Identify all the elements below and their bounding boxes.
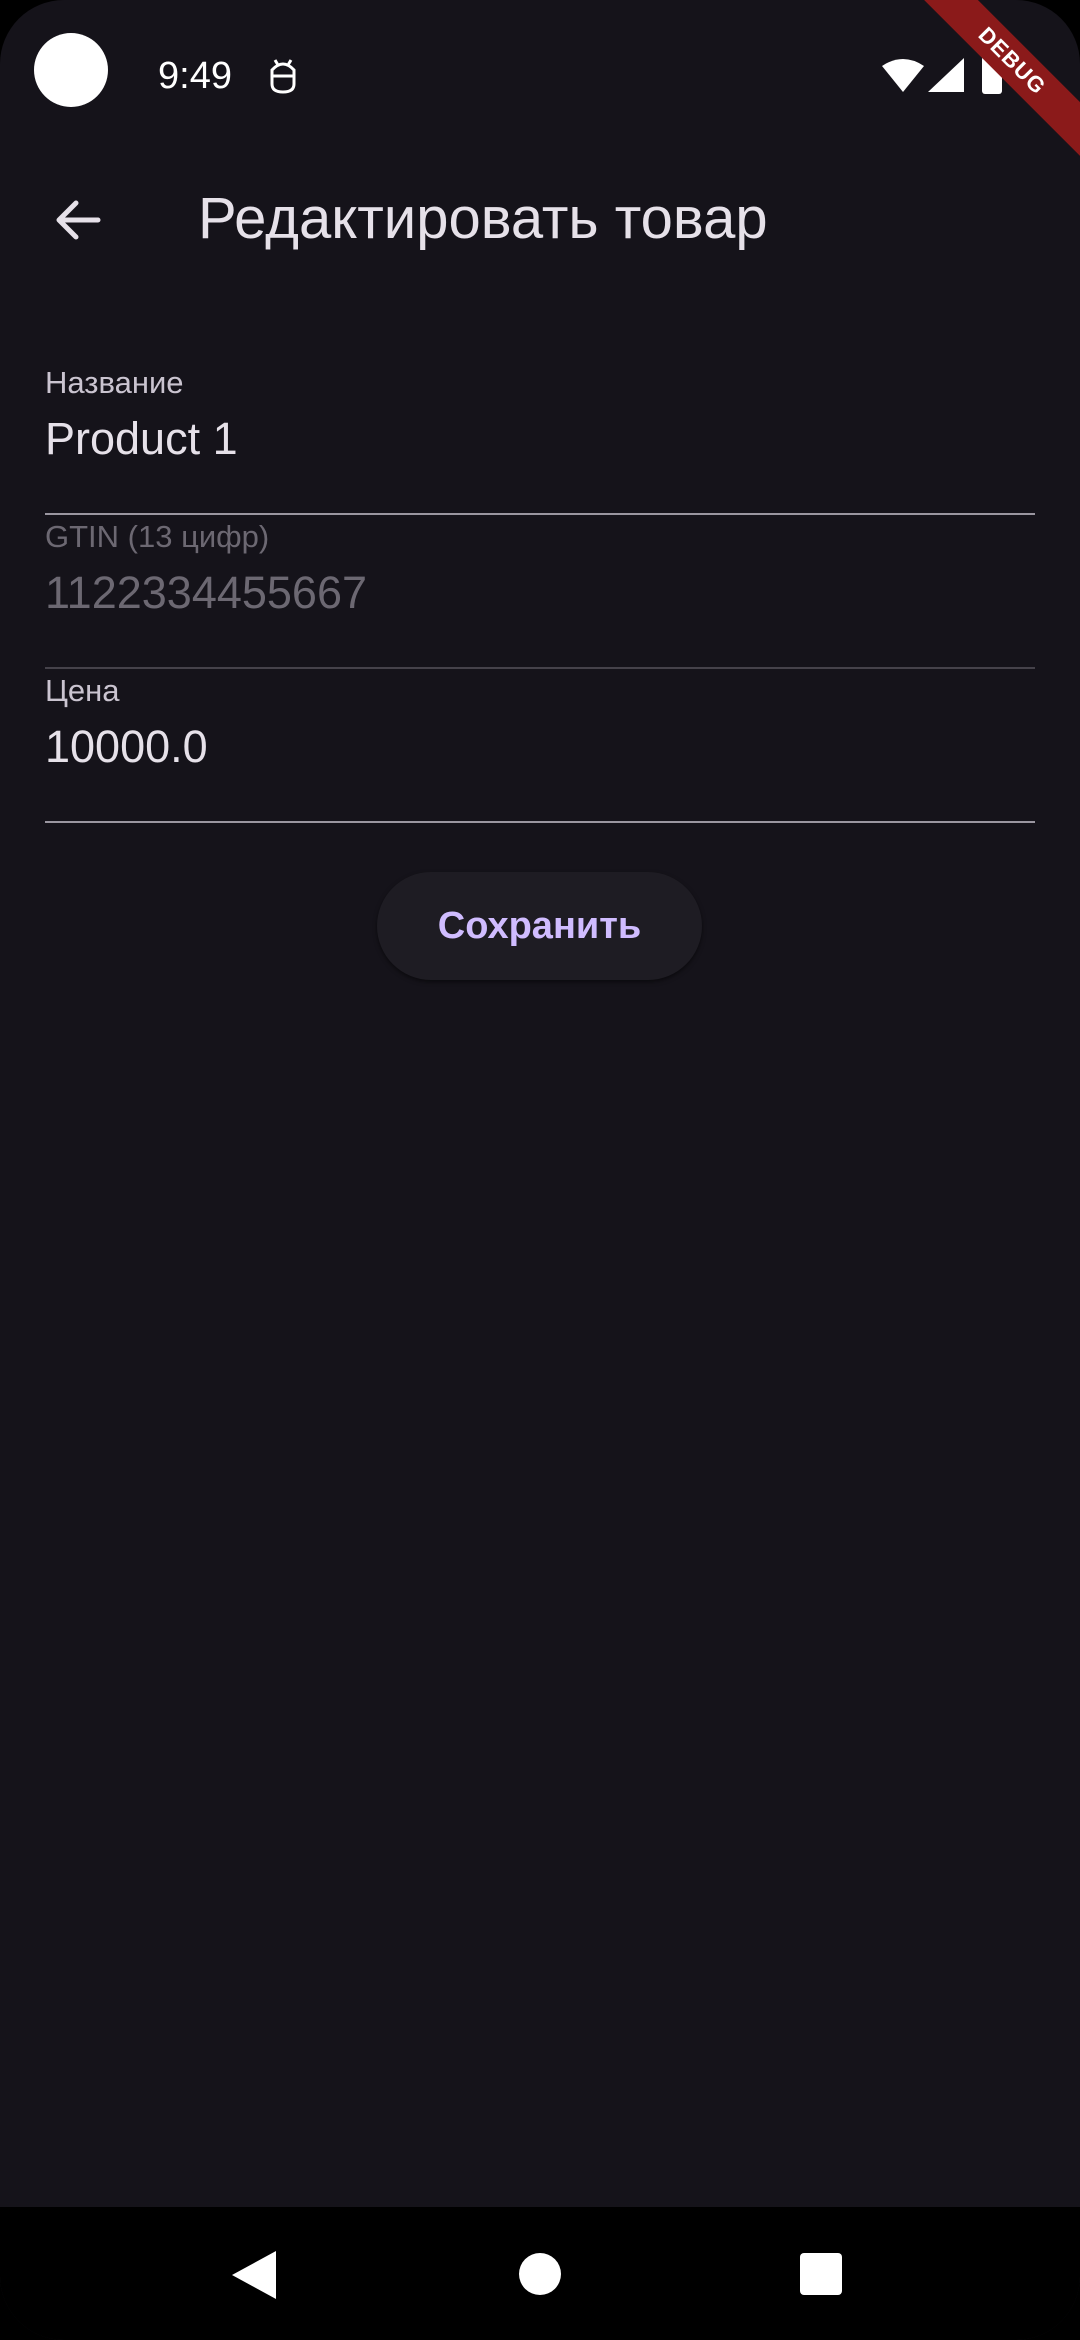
app-bar: Редактировать товар <box>0 170 1080 270</box>
gtin-field: GTIN (13 цифр) <box>45 517 1035 669</box>
status-time: 9:49 <box>158 55 232 97</box>
page-title: Редактировать товар <box>198 186 768 251</box>
nav-back-icon[interactable] <box>232 2251 276 2299</box>
price-label: Цена <box>45 673 120 708</box>
price-field[interactable]: Цена <box>45 671 1035 823</box>
gtin-label: GTIN (13 цифр) <box>45 519 270 554</box>
signal-icon <box>928 58 964 92</box>
camera-cutout <box>34 33 108 107</box>
back-button[interactable] <box>38 180 118 260</box>
price-input[interactable] <box>45 717 1035 777</box>
name-input[interactable] <box>45 409 1035 469</box>
nav-home-icon[interactable] <box>519 2253 561 2295</box>
system-nav-bar <box>0 2207 1080 2340</box>
app-screen: 9:49 DEBUG Редактировать товар Название … <box>0 0 1080 2340</box>
gtin-input <box>45 563 1035 623</box>
name-field[interactable]: Название <box>45 363 1035 515</box>
name-label: Название <box>45 365 184 400</box>
nav-recents-icon[interactable] <box>800 2253 842 2295</box>
save-button[interactable]: Сохранить <box>377 872 702 980</box>
android-debug-icon <box>270 59 296 94</box>
arrow-back-icon <box>56 200 101 240</box>
wifi-icon <box>882 59 924 92</box>
status-bar: 9:49 DEBUG <box>0 0 1080 167</box>
